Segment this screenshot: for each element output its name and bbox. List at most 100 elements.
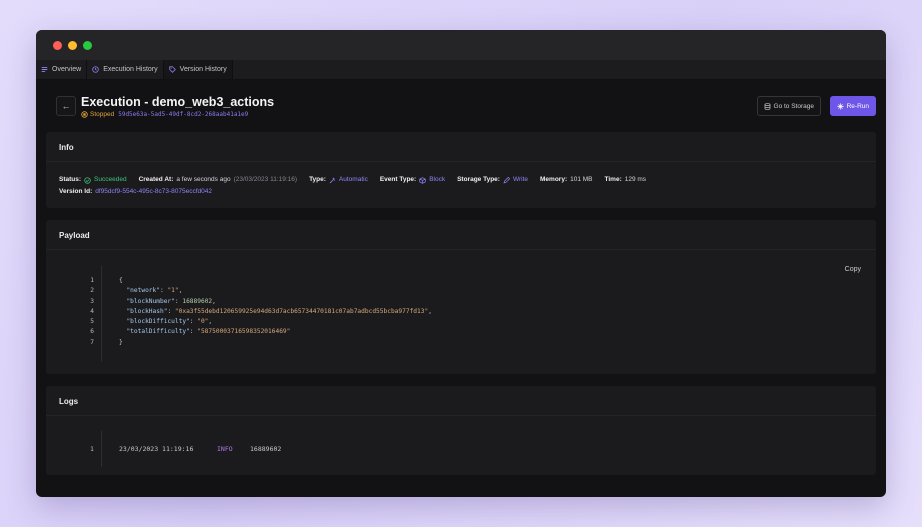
created-exact: (23/03/2023 11:19:16) (233, 176, 298, 183)
json-value: 16889602 (182, 297, 213, 305)
execution-id: 59d5e63a-5ad5-49df-8cd2-268aab41a1e9 (118, 111, 249, 118)
minimize-window-button[interactable] (68, 40, 77, 50)
log-entry: 1 23/03/2023 11:19:16 INFO 16889602 (90, 431, 876, 468)
app-window: Overview Execution History Version Histo… (36, 30, 886, 497)
json-key: "network" (119, 287, 160, 295)
main-content: ← Execution - demo_web3_actions Stopped … (36, 80, 886, 476)
code-text: "blockDifficulty": "0", (119, 318, 213, 326)
tab-overview-label: Overview (52, 66, 82, 73)
payload-card: Payload Copy 1{2 "network": "1", 3 "block… (46, 220, 876, 375)
cube-icon (419, 176, 426, 184)
copy-button[interactable]: Copy (845, 266, 861, 273)
code-text: "network": "1", (119, 287, 183, 295)
memory-label: Memory: (540, 176, 568, 183)
code-text: "totalDifficulty": "58750003716598352016… (119, 328, 291, 336)
json-value: "58750003716598352016469" (197, 328, 291, 336)
payload-code-area: Copy 1{2 "network": "1", 3 "blockNumber":… (46, 250, 876, 374)
event-type-value[interactable]: Block (429, 174, 445, 186)
type-value[interactable]: Automatic (339, 174, 368, 186)
created-label: Created At: (138, 176, 174, 183)
storage-type-label: Storage Type: (457, 176, 500, 183)
code-text: { (119, 277, 123, 284)
code-line: 6 "totalDifficulty": "587500037165983520… (90, 327, 876, 337)
rerun-button[interactable]: Re-Run (829, 96, 876, 116)
payload-code: 1{2 "network": "1", 3 "blockNumber": 1688… (90, 266, 876, 363)
list-icon (41, 66, 48, 73)
json-value: "0" (197, 318, 209, 326)
info-line-2: Version Id: df95dcf9-554c-495c-8c73-8075… (59, 186, 863, 198)
log-timestamp: 23/03/2023 11:19:16 (119, 445, 194, 454)
status-text: Stopped (90, 111, 115, 118)
event-type-label: Event Type: (379, 176, 417, 183)
code-text: "blockNumber": 16889602, (119, 297, 216, 305)
check-circle-icon (84, 176, 91, 184)
line-number: 6 (90, 328, 94, 336)
status-label: Status: (59, 176, 82, 183)
maximize-window-button[interactable] (83, 40, 92, 50)
code-line: 4 "blockHash": "0xa3f55debd120659925e94d… (90, 307, 876, 317)
code-line: 1{ (90, 276, 876, 286)
execution-subtitle: Stopped 59d5e63a-5ad5-49df-8cd2-268aab41… (81, 111, 248, 118)
tab-execution-history[interactable]: Execution History (87, 60, 164, 79)
status-value: Succeeded (94, 176, 127, 183)
json-key: "totalDifficulty" (119, 328, 190, 336)
tab-bar: Overview Execution History Version Histo… (36, 60, 886, 80)
logs-title: Logs (46, 386, 876, 417)
go-to-storage-label: Go to Storage (773, 102, 814, 110)
sparkle-icon (836, 102, 844, 110)
version-id-label: Version Id: (59, 188, 93, 195)
back-button[interactable]: ← (56, 96, 76, 116)
tab-version-history-label: Version History (179, 66, 227, 73)
json-key: "blockHash" (119, 307, 168, 315)
status-badge: Stopped (81, 111, 114, 118)
line-number: 5 (90, 318, 94, 326)
json-value: "1" (167, 287, 179, 295)
tab-overview[interactable]: Overview (36, 60, 88, 79)
logs-area: 1 23/03/2023 11:19:16 INFO 16889602 (46, 416, 876, 475)
info-body: Status: Succeeded Created At: a few seco… (46, 162, 876, 208)
tag-icon (168, 66, 176, 73)
version-id-value[interactable]: df95dcf9-554c-495c-8c73-8075eccfd042 (95, 186, 212, 198)
code-text: "blockHash": "0xa3f55debd120659925e94d63… (119, 307, 432, 315)
created-value: a few seconds ago (176, 176, 231, 183)
info-card: Info Status: Succeeded Created At: a few… (46, 132, 876, 208)
info-title: Info (46, 132, 876, 162)
go-to-storage-button[interactable]: Go to Storage (756, 96, 821, 116)
log-line-number: 1 (90, 445, 94, 454)
log-message: 16889602 (250, 445, 282, 454)
stop-circle-icon (81, 111, 88, 118)
wand-icon (329, 177, 336, 183)
time-label: Time: (604, 176, 622, 183)
line-number: 3 (90, 297, 94, 305)
code-line: 7} (90, 338, 876, 348)
tab-version-history[interactable]: Version History (163, 60, 233, 79)
storage-type-value[interactable]: Write (513, 174, 528, 186)
clock-icon (92, 66, 99, 73)
json-value: "0xa3f55debd120659925e94d63d7acb65734470… (174, 307, 429, 315)
page-title: Execution - demo_web3_actions (81, 95, 275, 109)
logs-card: Logs 1 23/03/2023 11:19:16 INFO 16889602 (46, 386, 876, 476)
memory-value: 101 MB (570, 176, 593, 183)
payload-title: Payload (46, 220, 876, 250)
json-key: "blockDifficulty" (119, 318, 190, 326)
arrow-left-icon: ← (61, 101, 71, 111)
log-level: INFO (217, 445, 233, 454)
json-key: "blockNumber" (119, 297, 175, 305)
line-number: 7 (90, 338, 94, 346)
code-line: 5 "blockDifficulty": "0", (90, 317, 876, 327)
pencil-icon (503, 176, 510, 184)
code-text: } (119, 338, 123, 346)
database-icon (764, 102, 770, 110)
info-line-1: Status: Succeeded Created At: a few seco… (59, 174, 863, 186)
tab-execution-history-label: Execution History (103, 66, 158, 73)
type-label: Type: (309, 176, 326, 183)
code-line: 2 "network": "1", (90, 286, 876, 296)
line-number: 4 (90, 307, 94, 315)
line-number: 2 (90, 287, 94, 295)
time-value: 129 ms (624, 176, 647, 183)
close-window-button[interactable] (53, 40, 62, 50)
line-number: 1 (90, 277, 94, 284)
rerun-label: Re-Run (846, 102, 869, 110)
page-header: ← Execution - demo_web3_actions Stopped … (46, 80, 876, 132)
window-titlebar (36, 30, 886, 60)
